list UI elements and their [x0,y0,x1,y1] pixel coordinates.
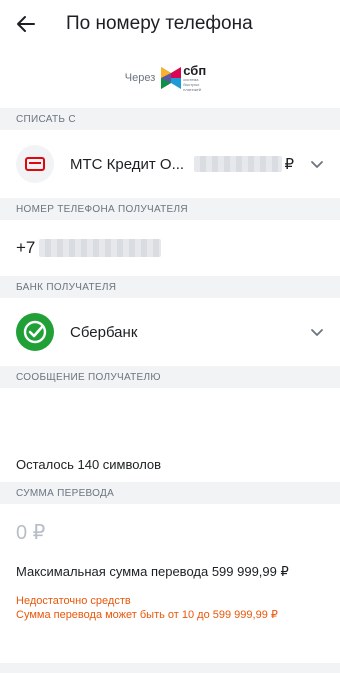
sbp-banner: Через сбп система быстрых платежей [0,48,340,108]
sbp-logo-text: сбп [183,63,207,78]
section-label: СПИСАТЬ С [16,113,76,125]
message-input[interactable] [0,388,340,446]
phone-field[interactable]: +7 [0,220,340,276]
section-label: БАНК ПОЛУЧАТЕЛЯ [16,281,117,293]
chevron-down-icon[interactable] [310,157,324,171]
sbp-logo: сбп система быстрых платежей [161,64,215,92]
account-balance: ₽ [194,155,294,173]
account-selector[interactable]: МТС Кредит О... ₽ [0,130,340,198]
section-label: СООБЩЕНИЕ ПОЛУЧАТЕЛЮ [16,371,161,383]
account-avatar [16,145,54,183]
sberbank-logo-icon [16,313,54,351]
phone-prefix: +7 [16,238,36,257]
currency-sign: ₽ [284,156,294,173]
chevron-down-icon[interactable] [310,325,324,339]
sbp-logo-subtext: система быстрых платежей [183,77,201,92]
header: По номеру телефона [0,0,340,48]
arrow-left-icon[interactable] [16,14,36,34]
section-header-phone: НОМЕР ТЕЛЕФОНА ПОЛУЧАТЕЛЯ [0,198,340,220]
section-header-message: СООБЩЕНИЕ ПОЛУЧАТЕЛЮ [0,366,340,388]
balance-blur [194,156,283,172]
account-name: МТС Кредит О... [70,155,185,173]
credit-card-icon [25,157,45,171]
bank-selector[interactable]: Сбербанк [0,298,340,366]
bank-name: Сбербанк [70,323,138,341]
sbp-logo-icon [161,67,182,89]
section-label: НОМЕР ТЕЛЕФОНА ПОЛУЧАТЕЛЯ [16,203,188,215]
section-label: СУММА ПЕРЕВОДА [16,487,115,499]
amount-input[interactable]: 0 ₽ [0,504,340,560]
sbp-via-label: Через [124,72,156,84]
phone-number-blur [39,239,162,257]
bottom-divider [0,663,340,673]
section-header-debit: СПИСАТЬ С [0,108,340,130]
max-amount-text: Максимальная сумма перевода 599 999,99 ₽ [16,564,289,579]
error-insufficient-funds: Недостаточно средств [16,595,131,607]
page-title: По номеру телефона [66,13,253,34]
remaining-characters: Осталось 140 символов [16,456,162,472]
error-amount-range: Сумма перевода может быть от 10 до 599 9… [16,609,278,621]
section-header-bank: БАНК ПОЛУЧАТЕЛЯ [0,276,340,298]
section-header-amount: СУММА ПЕРЕВОДА [0,482,340,504]
error-messages: Недостаточно средств Сумма перевода може… [0,594,340,622]
